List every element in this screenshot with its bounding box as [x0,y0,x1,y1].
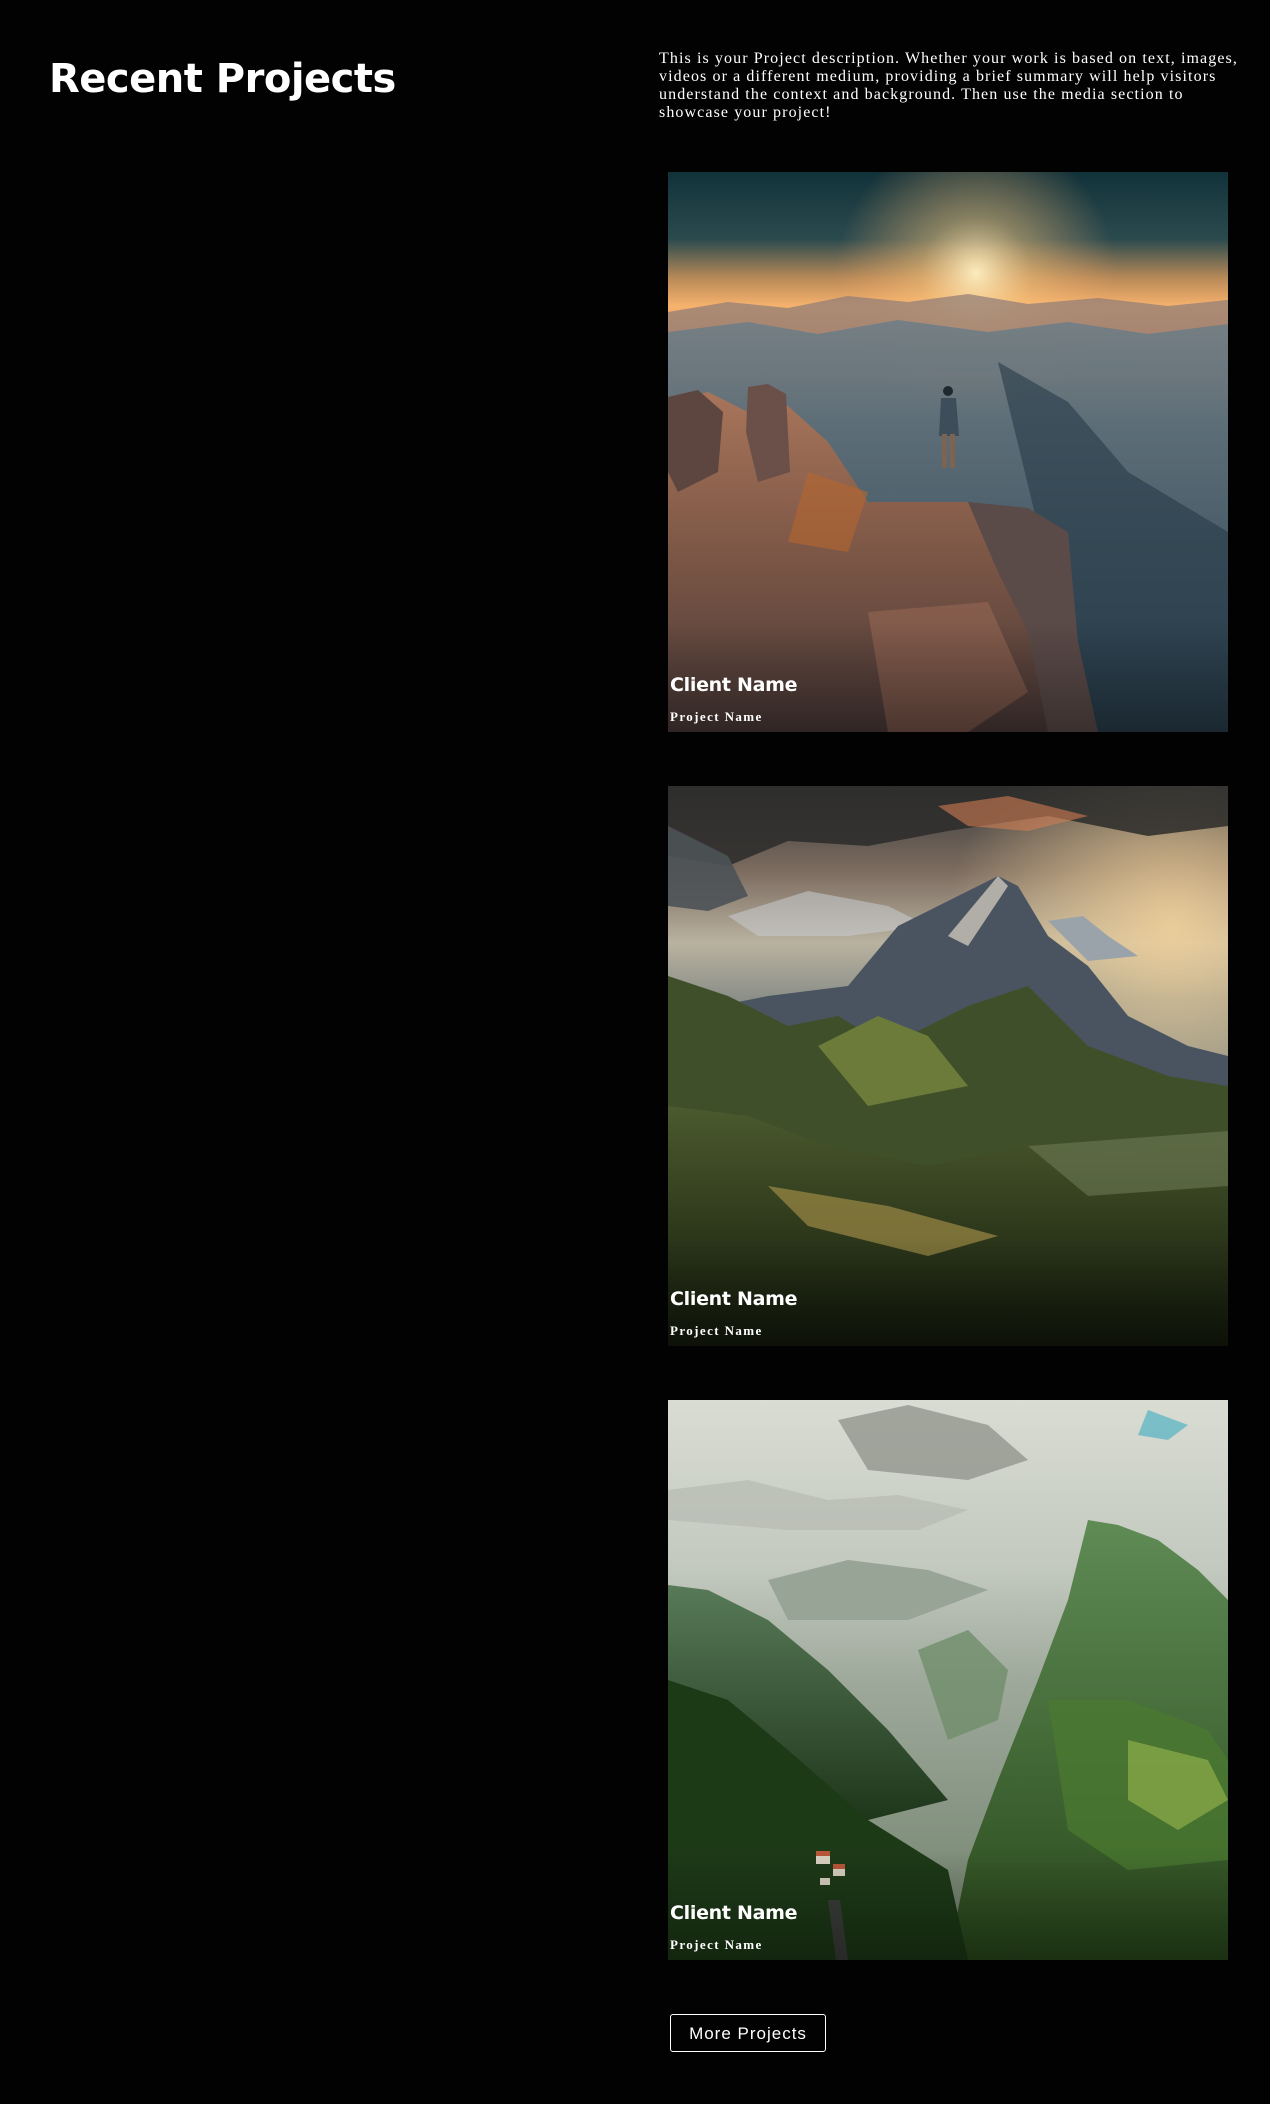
page-title: Recent Projects [49,56,396,102]
client-name: Client Name [670,1288,798,1310]
project-card-2[interactable]: Client Name Project Name [668,786,1228,1346]
project-name: Project Name [670,709,763,724]
client-name: Client Name [670,1902,798,1924]
project-card-1[interactable]: Client Name Project Name [668,172,1228,732]
project-card-3[interactable]: Client Name Project Name [668,1400,1228,1960]
project-name: Project Name [670,1323,763,1338]
client-name: Client Name [670,674,798,696]
project-description: This is your Project description. Whethe… [659,50,1238,121]
project-name: Project Name [670,1937,763,1952]
more-projects-button[interactable]: More Projects [670,2014,826,2052]
